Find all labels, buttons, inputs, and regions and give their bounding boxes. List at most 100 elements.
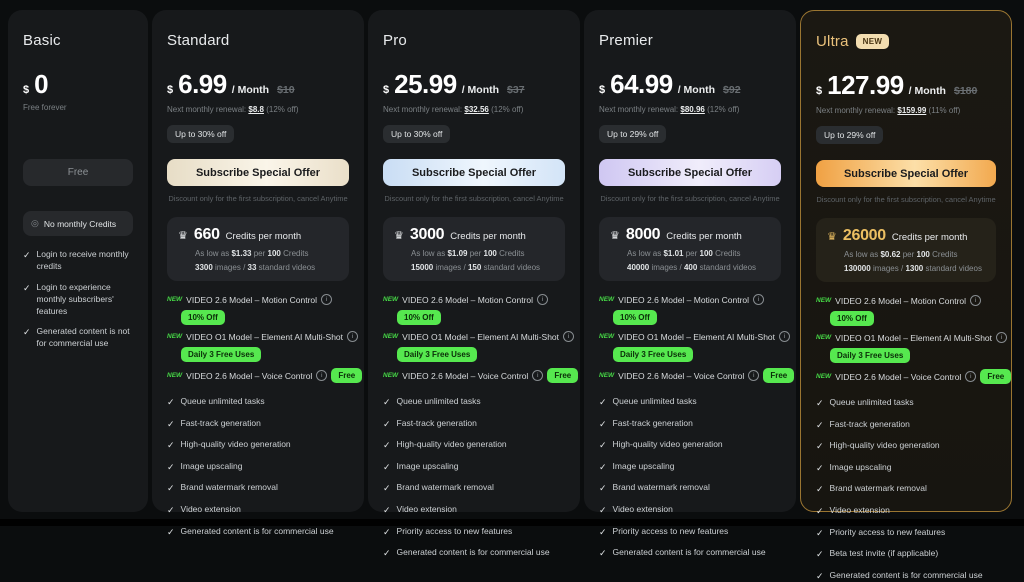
check-icon: ✓	[816, 462, 824, 473]
feature-check-item: ✓ Image upscaling	[383, 461, 565, 474]
feature-check-label: Login to experience monthly subscribers'…	[36, 281, 114, 316]
model-name: VIDEO 2.6 Model – Voice Control	[618, 370, 745, 381]
feature-check-list: ✓ Login to receive monthly credits ✓ Login …	[23, 249, 133, 350]
model-feature-row: NEW VIDEO 2.6 Model – Voice Control i Free	[816, 369, 1012, 384]
model-feature-list: NEW VIDEO 2.6 Model – Motion Control i 10% …	[599, 294, 795, 383]
model-badge: Free	[980, 369, 1012, 384]
check-icon: ✓	[599, 440, 607, 451]
model-name: VIDEO 2.6 Model – Voice Control	[186, 370, 313, 381]
model-badge: Free	[331, 368, 363, 383]
check-icon: ✓	[816, 441, 824, 452]
subscribe-button[interactable]: Subscribe Special Offer	[599, 159, 781, 186]
model-badge: Daily 3 Free Uses	[397, 347, 478, 362]
feature-check-label: Brand watermark removal	[180, 482, 278, 493]
credits-summary: ♛ 660 Credits per month As low as $1.33 …	[167, 217, 349, 281]
model-feature-list: NEW VIDEO 2.6 Model – Motion Control i 10% …	[167, 294, 363, 383]
free-plan-button[interactable]: Free	[23, 159, 133, 186]
feature-check-item: ✓ Video extension	[383, 504, 565, 517]
feature-check-label: Fast-track generation	[180, 417, 261, 428]
price: $ 0	[23, 69, 133, 100]
renewal-note: Next monthly renewal: $159.99 (11% off)	[816, 106, 961, 115]
info-icon[interactable]: i	[563, 331, 575, 342]
crown-icon: ♛	[178, 230, 188, 242]
discount-chip: Up to 30% off	[167, 125, 235, 143]
info-icon[interactable]: i	[537, 294, 549, 305]
renewal-note: Next monthly renewal: $32.56 (12% off)	[383, 105, 524, 114]
subscribe-button[interactable]: Subscribe Special Offer	[167, 159, 349, 186]
currency-symbol: $	[167, 84, 174, 96]
info-icon[interactable]: i	[970, 295, 982, 306]
info-icon[interactable]: i	[748, 370, 760, 381]
feature-check-label: Priority access to new features	[612, 525, 729, 536]
feature-check-item: ✓ Generated content is for commercial use	[816, 570, 996, 582]
info-icon[interactable]: i	[965, 371, 977, 382]
info-icon[interactable]: i	[321, 294, 333, 305]
discount-chip: Up to 29% off	[816, 126, 884, 144]
feature-check-item: ✓ Login to experience monthly subscribers…	[23, 282, 133, 318]
check-icon: ✓	[383, 440, 391, 451]
feature-check-item: ✓ Fast-track generation	[816, 419, 996, 432]
currency-symbol: $	[816, 85, 823, 97]
new-tag: NEW	[816, 373, 832, 380]
subscribe-button[interactable]: Subscribe Special Offer	[816, 160, 996, 187]
feature-check-item: ✓ Video extension	[167, 504, 349, 517]
price-tagline: Free forever	[23, 103, 67, 112]
feature-check-label: Generated content is for commercial use	[180, 525, 334, 536]
feature-check-label: Queue unlimited tasks	[612, 396, 697, 406]
feature-check-item: ✓ Brand watermark removal	[167, 482, 349, 495]
renewal-note: Next monthly renewal: $80.96 (12% off)	[599, 105, 740, 114]
info-icon[interactable]: i	[532, 370, 544, 381]
check-icon: ✓	[23, 282, 31, 293]
feature-check-item: ✓ Priority access to new features	[599, 526, 781, 539]
model-name: VIDEO 2.6 Model – Voice Control	[402, 370, 529, 381]
info-icon[interactable]: i	[753, 294, 765, 305]
subscribe-disclaimer: Discount only for the first subscription…	[600, 194, 780, 203]
check-icon: ✓	[599, 397, 607, 407]
model-badge: Daily 3 Free Uses	[181, 347, 262, 362]
check-icon: ✓	[383, 526, 391, 537]
price-period: / Month	[677, 84, 716, 96]
credits-unit: Credits per month	[666, 231, 742, 242]
check-icon: ✓	[383, 397, 391, 407]
new-tag: NEW	[383, 296, 399, 303]
feature-check-item: ✓ Beta test invite (if applicable)	[816, 548, 996, 561]
check-icon: ✓	[599, 548, 607, 559]
feature-check-item: ✓ Queue unlimited tasks	[167, 396, 349, 409]
feature-check-item: ✓ Queue unlimited tasks	[383, 396, 565, 409]
check-icon: ✓	[23, 327, 31, 338]
subscribe-button[interactable]: Subscribe Special Offer	[383, 159, 565, 186]
feature-check-label: Generated content is for commercial use	[396, 547, 550, 558]
feature-check-label: Image upscaling	[612, 460, 675, 471]
credits-volume: 40000 images / 400 standard videos	[627, 263, 757, 272]
info-icon[interactable]: i	[347, 331, 359, 342]
subscribe-disclaimer: Discount only for the first subscription…	[168, 194, 348, 203]
plan-card-standard: Standard $ 6.99 / Month $10 Next monthly…	[152, 10, 364, 537]
crown-icon: ♛	[610, 230, 620, 242]
info-icon[interactable]: i	[779, 331, 791, 342]
model-feature-row: NEW VIDEO 2.6 Model – Motion Control i 10% …	[599, 294, 781, 325]
credits-unit: Credits per month	[225, 231, 302, 242]
feature-check-label: Login to receive monthly credits	[36, 249, 129, 271]
model-feature-row: NEW VIDEO O1 Model – Element AI Multi-Sho…	[167, 331, 359, 362]
no-credits-label: No monthly Credits	[43, 218, 117, 229]
price-period: / Month	[231, 84, 270, 96]
feature-check-item: ✓ Brand watermark removal	[383, 482, 565, 495]
feature-check-label: Video extension	[180, 503, 241, 514]
info-icon[interactable]: i	[316, 370, 328, 381]
credits-volume: 15000 images / 150 standard videos	[411, 263, 541, 272]
feature-check-item: ✓ Generated content is for commercial use	[167, 526, 349, 539]
new-tag: NEW	[383, 333, 399, 340]
check-icon: ✓	[167, 397, 175, 407]
info-icon[interactable]: i	[996, 332, 1008, 343]
crown-icon: ♛	[394, 230, 404, 242]
credits-unit: Credits per month	[891, 232, 968, 243]
old-price: $37	[507, 84, 525, 96]
feature-check-label: Queue unlimited tasks	[396, 396, 481, 406]
feature-check-label: Beta test invite (if applicable)	[829, 548, 939, 559]
renewal-amount: $32.56	[464, 105, 489, 114]
feature-check-item: ✓ Generated content is for commercial use	[383, 547, 565, 560]
renewal-amount: $159.99	[897, 106, 927, 115]
credits-coin-icon: ◎	[31, 218, 39, 228]
credits-amount: 3000	[409, 226, 445, 243]
new-tag: NEW	[599, 296, 615, 303]
